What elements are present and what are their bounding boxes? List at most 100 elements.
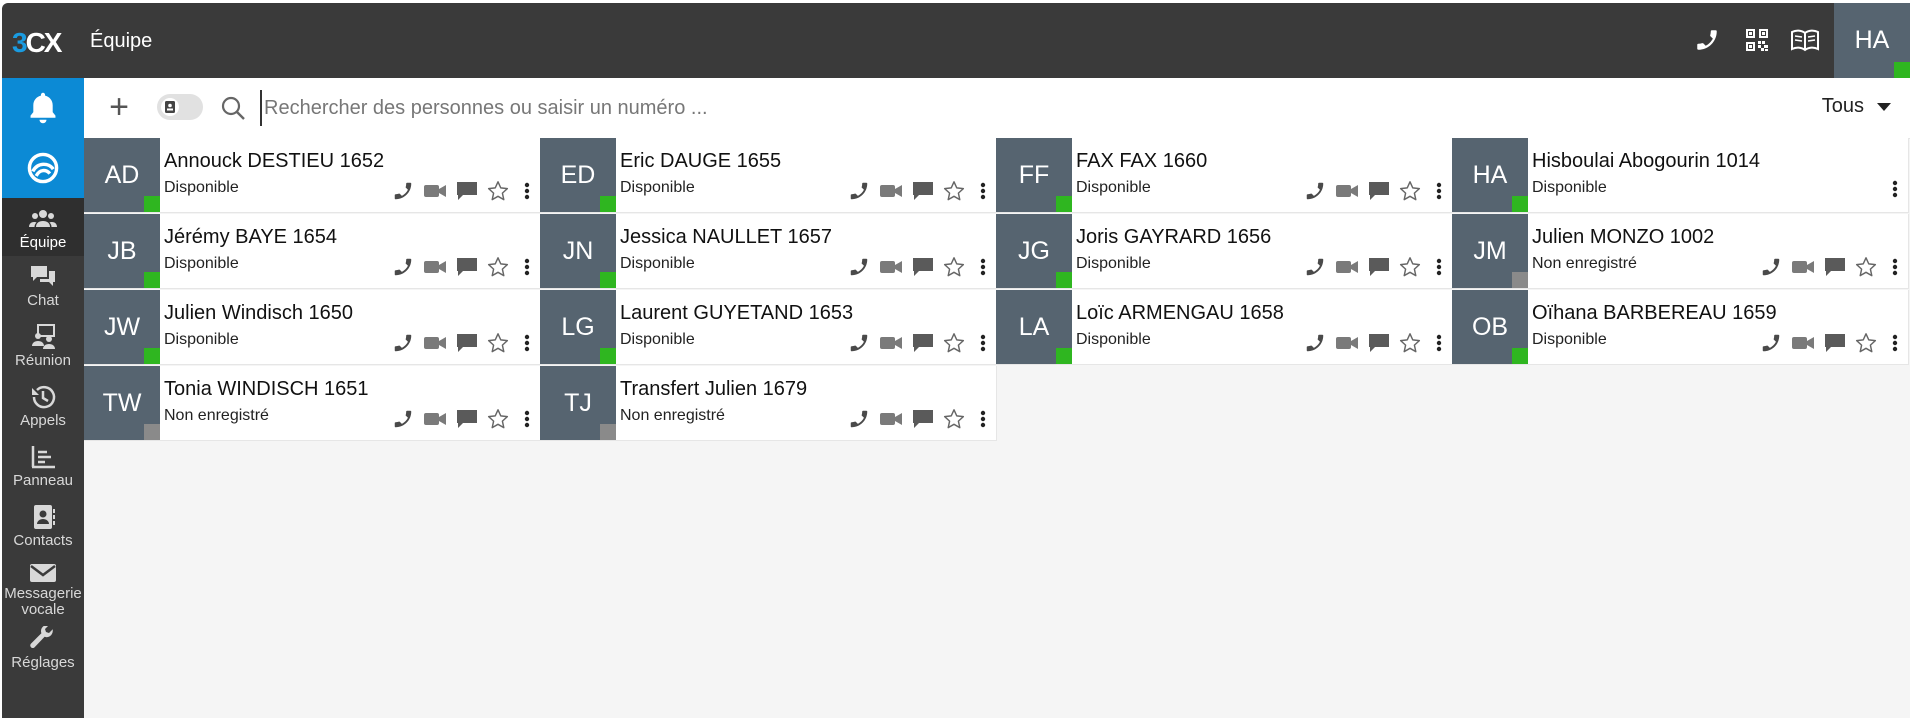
contact-avatar[interactable]: HA bbox=[1452, 138, 1528, 212]
contact-avatar[interactable]: LA bbox=[996, 290, 1072, 364]
user-avatar[interactable]: HA bbox=[1834, 3, 1910, 78]
more-options-icon[interactable] bbox=[524, 334, 530, 352]
app-logo[interactable]: 3CX bbox=[12, 27, 62, 59]
favorite-star-icon[interactable] bbox=[943, 408, 965, 430]
favorite-star-icon[interactable] bbox=[1855, 256, 1877, 278]
contact-avatar[interactable]: JB bbox=[84, 214, 160, 288]
chat-icon[interactable] bbox=[912, 333, 934, 353]
video-call-icon[interactable] bbox=[879, 258, 903, 276]
call-icon[interactable] bbox=[392, 256, 414, 278]
contact-card[interactable]: LA Loïc ARMENGAU 1658 Disponible bbox=[996, 290, 1453, 365]
chat-icon[interactable] bbox=[1368, 333, 1390, 353]
favorite-star-icon[interactable] bbox=[487, 180, 509, 202]
video-call-icon[interactable] bbox=[879, 334, 903, 352]
video-call-icon[interactable] bbox=[1335, 182, 1359, 200]
contact-card[interactable]: JN Jessica NAULLET 1657 Disponible bbox=[540, 214, 997, 289]
call-icon[interactable] bbox=[848, 408, 870, 430]
chat-icon[interactable] bbox=[456, 333, 478, 353]
sidebar-item-contacts[interactable]: Contacts bbox=[2, 504, 84, 549]
contact-avatar[interactable]: JN bbox=[540, 214, 616, 288]
favorite-star-icon[interactable] bbox=[1399, 332, 1421, 354]
search-input[interactable] bbox=[260, 90, 1266, 126]
video-call-icon[interactable] bbox=[423, 334, 447, 352]
chat-icon[interactable] bbox=[456, 409, 478, 429]
video-call-icon[interactable] bbox=[423, 182, 447, 200]
video-call-icon[interactable] bbox=[423, 410, 447, 428]
video-call-icon[interactable] bbox=[1335, 334, 1359, 352]
favorite-star-icon[interactable] bbox=[943, 256, 965, 278]
contact-avatar[interactable]: ED bbox=[540, 138, 616, 212]
contact-avatar[interactable]: OB bbox=[1452, 290, 1528, 364]
call-icon[interactable] bbox=[1760, 256, 1782, 278]
contact-card[interactable]: OB Oïhana BARBEREAU 1659 Disponible bbox=[1452, 290, 1909, 365]
contact-card[interactable]: HA Hisboulai Abogourin 1014 Disponible bbox=[1452, 138, 1909, 213]
contact-avatar[interactable]: AD bbox=[84, 138, 160, 212]
more-options-icon[interactable] bbox=[524, 182, 530, 200]
call-icon[interactable] bbox=[1760, 332, 1782, 354]
favorite-star-icon[interactable] bbox=[1399, 180, 1421, 202]
more-options-icon[interactable] bbox=[1436, 258, 1442, 276]
video-call-icon[interactable] bbox=[879, 410, 903, 428]
call-icon[interactable] bbox=[1304, 332, 1326, 354]
video-call-icon[interactable] bbox=[1791, 334, 1815, 352]
video-call-icon[interactable] bbox=[879, 182, 903, 200]
contact-avatar[interactable]: TJ bbox=[540, 366, 616, 440]
call-icon[interactable] bbox=[1304, 180, 1326, 202]
more-options-icon[interactable] bbox=[524, 258, 530, 276]
chat-icon[interactable] bbox=[456, 181, 478, 201]
favorite-star-icon[interactable] bbox=[1855, 332, 1877, 354]
more-options-icon[interactable] bbox=[1436, 334, 1442, 352]
video-call-icon[interactable] bbox=[423, 258, 447, 276]
contact-card[interactable]: JB Jérémy BAYE 1654 Disponible bbox=[84, 214, 541, 289]
contact-avatar[interactable]: LG bbox=[540, 290, 616, 364]
contact-card[interactable]: JG Joris GAYRARD 1656 Disponible bbox=[996, 214, 1453, 289]
favorite-star-icon[interactable] bbox=[943, 180, 965, 202]
more-options-icon[interactable] bbox=[1436, 182, 1442, 200]
call-icon[interactable] bbox=[848, 332, 870, 354]
contact-avatar[interactable]: JM bbox=[1452, 214, 1528, 288]
contact-card[interactable]: TW Tonia WINDISCH 1651 Non enregistré bbox=[84, 366, 541, 441]
sidebar-item-voicemail[interactable]: Messagerie vocale bbox=[2, 562, 84, 618]
video-call-icon[interactable] bbox=[1791, 258, 1815, 276]
notifications-button[interactable] bbox=[2, 78, 84, 138]
chat-icon[interactable] bbox=[456, 257, 478, 277]
contact-card[interactable]: ED Eric DAUGE 1655 Disponible bbox=[540, 138, 997, 213]
add-button[interactable]: + bbox=[104, 90, 134, 124]
chat-icon[interactable] bbox=[1368, 257, 1390, 277]
chat-icon[interactable] bbox=[1824, 257, 1846, 277]
more-options-icon[interactable] bbox=[980, 182, 986, 200]
filter-dropdown[interactable]: Tous bbox=[1822, 95, 1892, 118]
sidebar-item-calls[interactable]: Appels bbox=[2, 384, 84, 429]
more-options-icon[interactable] bbox=[980, 410, 986, 428]
chat-icon[interactable] bbox=[912, 181, 934, 201]
chat-icon[interactable] bbox=[912, 409, 934, 429]
favorite-star-icon[interactable] bbox=[487, 332, 509, 354]
contact-avatar[interactable]: TW bbox=[84, 366, 160, 440]
contact-card[interactable]: AD Annouck DESTIEU 1652 Disponible bbox=[84, 138, 541, 213]
favorite-star-icon[interactable] bbox=[487, 408, 509, 430]
phone-icon[interactable] bbox=[1692, 25, 1722, 55]
call-icon[interactable] bbox=[392, 332, 414, 354]
call-icon[interactable] bbox=[848, 256, 870, 278]
contact-avatar[interactable]: FF bbox=[996, 138, 1072, 212]
contact-card[interactable]: FF FAX FAX 1660 Disponible bbox=[996, 138, 1453, 213]
sidebar-item-meeting[interactable]: Réunion bbox=[2, 324, 84, 369]
chat-icon[interactable] bbox=[912, 257, 934, 277]
contact-card[interactable]: JW Julien Windisch 1650 Disponible bbox=[84, 290, 541, 365]
favorite-star-icon[interactable] bbox=[487, 256, 509, 278]
qr-code-icon[interactable] bbox=[1742, 25, 1772, 55]
more-options-icon[interactable] bbox=[1892, 258, 1898, 276]
sidebar-item-settings[interactable]: Réglages bbox=[2, 626, 84, 671]
more-options-icon[interactable] bbox=[1892, 334, 1898, 352]
call-icon[interactable] bbox=[392, 180, 414, 202]
more-options-icon[interactable] bbox=[980, 258, 986, 276]
sidebar-item-chat[interactable]: Chat bbox=[2, 264, 84, 309]
contact-card[interactable]: TJ Transfert Julien 1679 Non enregistré bbox=[540, 366, 997, 441]
chat-icon[interactable] bbox=[1824, 333, 1846, 353]
contact-avatar[interactable]: JG bbox=[996, 214, 1072, 288]
chat-icon[interactable] bbox=[1368, 181, 1390, 201]
sidebar-item-panel[interactable]: Panneau bbox=[2, 444, 84, 489]
call-icon[interactable] bbox=[848, 180, 870, 202]
brand-button[interactable] bbox=[2, 138, 84, 198]
contacts-toggle[interactable] bbox=[157, 94, 203, 120]
